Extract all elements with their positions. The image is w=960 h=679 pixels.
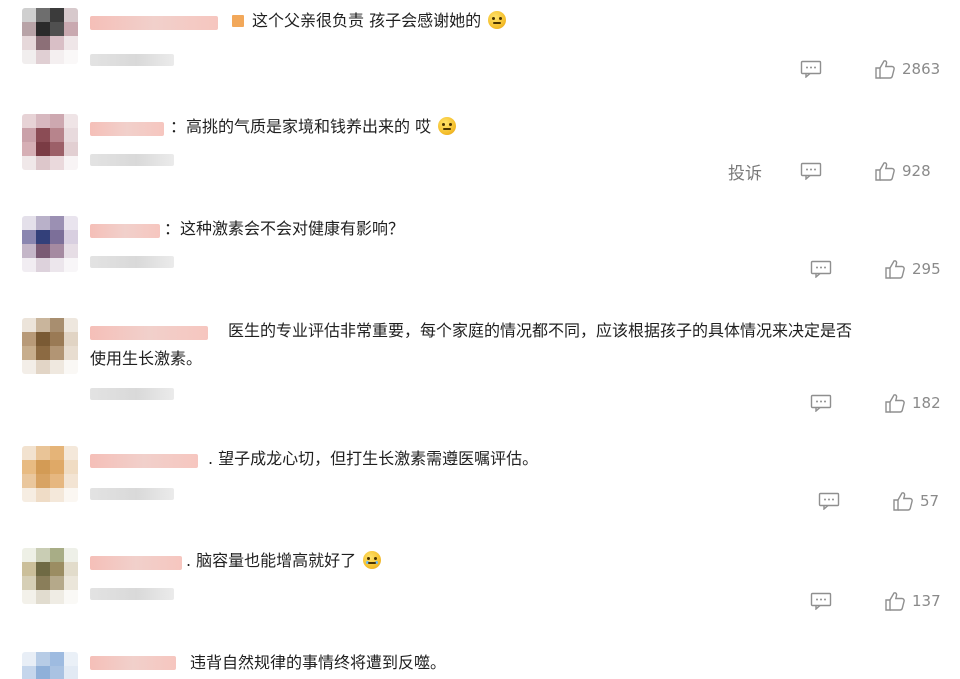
- username-blurred[interactable]: [90, 224, 160, 238]
- comment-text-line: 使用生长激素。: [90, 349, 203, 368]
- like-count: 2863: [902, 60, 941, 78]
- smirk-emoji-icon: [488, 11, 507, 29]
- comment-text: 医生的专业评估非常重要，每个家庭的情况都不同，应该根据孩子的具体情况来决定是否 …: [90, 320, 950, 370]
- like-count: 928: [902, 162, 931, 180]
- username-blurred[interactable]: [90, 122, 164, 136]
- like-count: 182: [912, 394, 941, 412]
- like-button[interactable]: 295: [884, 259, 941, 279]
- comment-actions: 137: [810, 590, 941, 612]
- laugh-cry-emoji-icon: [363, 551, 382, 569]
- avatar[interactable]: [22, 446, 78, 502]
- reply-icon[interactable]: [810, 592, 832, 610]
- badge-icon: [232, 15, 244, 27]
- reply-icon[interactable]: [800, 60, 822, 78]
- like-button[interactable]: 182: [884, 393, 941, 413]
- like-button[interactable]: 137: [884, 591, 941, 611]
- username-blurred[interactable]: [90, 16, 218, 30]
- thumbs-up-icon: [875, 162, 895, 181]
- comment-meta-blurred: [90, 256, 174, 268]
- report-button[interactable]: 投诉: [728, 159, 762, 184]
- comment-text: 这个父亲很负责 孩子会感谢她的: [232, 10, 507, 32]
- comment-actions: 投诉 928: [728, 159, 931, 184]
- comment-item: ：高挑的气质是家境和钱养出来的 哎 投诉 928: [0, 114, 960, 210]
- thumbs-up-icon: [885, 260, 905, 279]
- comment-meta-blurred: [90, 388, 174, 400]
- thumbs-up-icon: [885, 394, 905, 413]
- comment-text: . 脑容量也能增高就好了: [186, 550, 382, 572]
- comment-feed: 这个父亲很负责 孩子会感谢她的 2863 ：高挑的气质是家境和钱养出来的 哎 投…: [0, 0, 960, 679]
- avatar[interactable]: [22, 548, 78, 604]
- comment-item: . 脑容量也能增高就好了 137: [0, 548, 960, 638]
- reply-icon[interactable]: [818, 492, 840, 510]
- comment-actions: 57: [818, 490, 939, 512]
- username-blurred[interactable]: [90, 556, 182, 570]
- reply-icon[interactable]: [810, 260, 832, 278]
- comment-text: . 望子成龙心切，但打生长激素需遵医嘱评估。: [208, 449, 539, 468]
- like-count: 295: [912, 260, 941, 278]
- comment-actions: 2863: [800, 58, 940, 80]
- avatar[interactable]: [22, 8, 78, 64]
- avatar[interactable]: [22, 114, 78, 170]
- reply-icon[interactable]: [800, 162, 822, 180]
- thumbs-up-icon: [893, 492, 913, 511]
- comment-meta-blurred: [90, 488, 174, 500]
- username-blurred[interactable]: [90, 454, 198, 468]
- comment-actions: 182: [810, 392, 941, 414]
- comment-meta-blurred: [90, 154, 174, 166]
- comment-text: ：这种激素会不会对健康有影响？: [164, 219, 405, 238]
- comment-meta-blurred: [90, 588, 174, 600]
- comment-item: . 望子成龙心切，但打生长激素需遵医嘱评估。 57: [0, 446, 960, 536]
- avatar[interactable]: [22, 652, 78, 679]
- comment-meta-blurred: [90, 54, 174, 66]
- like-count: 57: [920, 492, 940, 510]
- like-button[interactable]: 928: [874, 161, 931, 181]
- comment-item: 医生的专业评估非常重要，每个家庭的情况都不同，应该根据孩子的具体情况来决定是否 …: [0, 318, 960, 434]
- like-button[interactable]: 57: [892, 491, 939, 511]
- comment-text: ：高挑的气质是家境和钱养出来的 哎: [170, 116, 457, 138]
- thumbs-up-icon: [875, 60, 895, 79]
- comment-item: 这个父亲很负责 孩子会感谢她的 2863: [0, 8, 960, 104]
- avatar[interactable]: [22, 216, 78, 272]
- meh-emoji-icon: [438, 117, 457, 135]
- comment-item: 违背自然规律的事情终将遭到反噬。: [0, 652, 960, 679]
- comment-text-line: 医生的专业评估非常重要，每个家庭的情况都不同，应该根据孩子的具体情况来决定是否: [228, 321, 853, 340]
- username-blurred[interactable]: [90, 656, 176, 670]
- thumbs-up-icon: [885, 592, 905, 611]
- comment-text: 违背自然规律的事情终将遭到反噬。: [190, 653, 447, 672]
- reply-icon[interactable]: [810, 394, 832, 412]
- avatar[interactable]: [22, 318, 78, 374]
- comment-actions: 295: [810, 258, 941, 280]
- like-count: 137: [912, 592, 941, 610]
- like-button[interactable]: 2863: [874, 59, 940, 79]
- comment-item: ：这种激素会不会对健康有影响？ 295: [0, 216, 960, 312]
